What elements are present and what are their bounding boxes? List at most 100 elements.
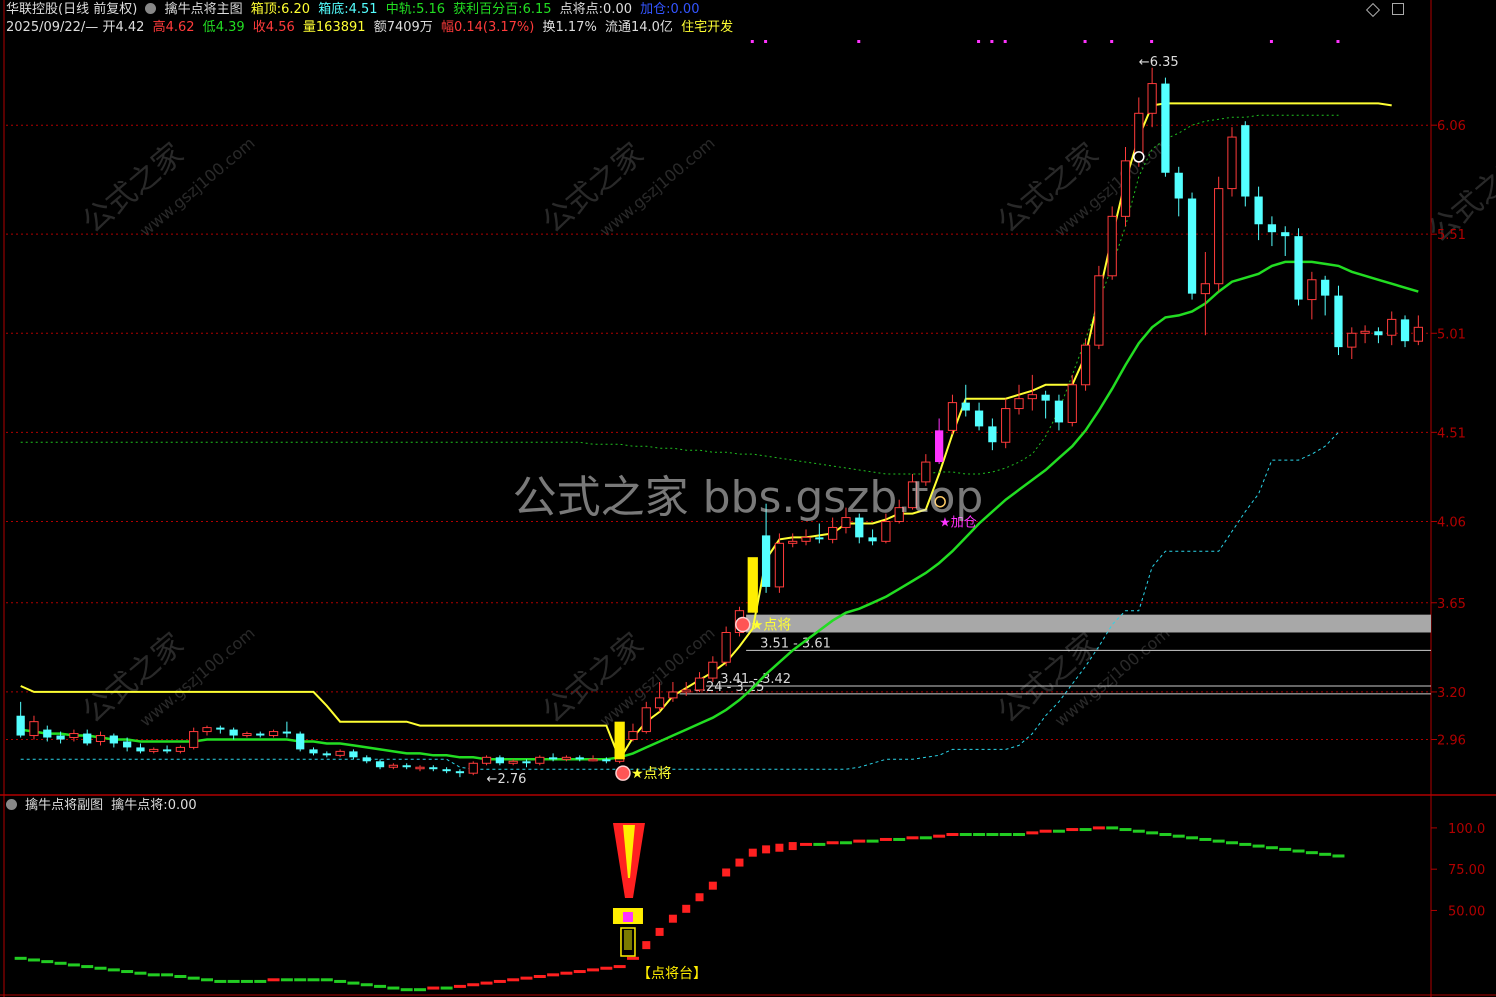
box-top-label: 箱顶: xyxy=(250,2,282,17)
candle-body xyxy=(1080,344,1091,386)
sub-bar xyxy=(161,973,174,977)
candle-body xyxy=(429,767,438,770)
maximize-icon[interactable] xyxy=(1392,3,1404,15)
candle-body xyxy=(1041,394,1050,401)
sub-bar xyxy=(1332,854,1345,858)
add-position-label: ★加仓 xyxy=(939,516,977,531)
amount-label: 额 xyxy=(373,20,387,35)
sector-label[interactable]: 住宅开发 xyxy=(681,20,733,35)
candle-body xyxy=(588,758,598,762)
point-platform-label: 【点将台】 xyxy=(637,966,707,982)
candle-body xyxy=(229,729,238,736)
candle-body xyxy=(734,610,745,633)
sub-bar xyxy=(735,858,744,867)
window-controls xyxy=(1365,2,1428,19)
watermark-tile-url: www.gszj100.com xyxy=(1051,133,1174,240)
candle-body xyxy=(1214,188,1224,285)
candle-body xyxy=(1187,198,1197,294)
box-bottom-value: 4.51 xyxy=(348,2,378,17)
watermark-tile-url: www.gszj100.com xyxy=(596,133,719,240)
candle-body xyxy=(1067,384,1077,423)
candle-body xyxy=(1281,232,1290,237)
top-signal-dot xyxy=(1083,40,1087,43)
sub-settings-dot-icon[interactable] xyxy=(6,799,17,810)
watermark-tile-cn: 公式之家 xyxy=(536,626,650,730)
stock-name[interactable]: 华联控股(日线 前复权) xyxy=(6,2,137,17)
candle-body xyxy=(256,733,265,736)
sub-bar xyxy=(668,914,677,923)
candle-body xyxy=(1014,398,1024,410)
settings-dot-icon[interactable] xyxy=(145,3,157,14)
sub-bar xyxy=(27,958,40,962)
candle-body xyxy=(442,769,451,772)
watermark-tile-url: www.gszj100.com xyxy=(1051,623,1174,730)
sub-bar xyxy=(1199,837,1212,841)
volume-value: 163891 xyxy=(315,20,366,35)
sub-panel-name[interactable]: 擒牛点将副图 xyxy=(25,798,103,813)
turnover-value: 1.17% xyxy=(555,20,597,35)
candle-body xyxy=(242,733,252,737)
turnover-label: 换 xyxy=(542,20,556,35)
candle-body xyxy=(56,735,65,740)
candle-body xyxy=(961,402,970,411)
sub-bar xyxy=(1106,826,1119,830)
indicator-name[interactable]: 擒牛点将主图 xyxy=(165,2,243,17)
axis-layer: 6.06 5.51 5.01 4.51 4.06 3.65 3.20 2.96 100.0 75.… xyxy=(1431,119,1485,919)
zone-layer: 3.51 - 3.61 3.41 - 3.423.24 - 3.25 xyxy=(679,614,1431,695)
price-tick-label: 5.51 xyxy=(1437,228,1466,243)
candle-body xyxy=(1227,136,1237,190)
annotation-layer: ★点将 ★点将 ★加仓 ←6.35 ←2.76 xyxy=(487,40,1340,787)
candle-body xyxy=(748,582,758,612)
grid-layer xyxy=(0,0,1496,997)
candle-body xyxy=(841,517,851,528)
add-marker-icon xyxy=(934,495,946,508)
sub-bar xyxy=(453,984,466,988)
candle-body xyxy=(921,461,931,483)
sub-bar xyxy=(1319,852,1332,856)
sub-bar xyxy=(1092,826,1105,830)
candle-body xyxy=(628,731,638,740)
sub-bar xyxy=(1305,851,1318,855)
signal-stand xyxy=(620,927,636,957)
sub-bar xyxy=(414,988,426,992)
diamond-icon[interactable] xyxy=(1365,2,1381,18)
candle-body xyxy=(708,661,718,679)
sub-bar xyxy=(959,833,972,837)
sub-bar xyxy=(722,868,731,877)
watermark-tile: 公式之家www.gszj100.com xyxy=(536,623,719,730)
sub-bar xyxy=(507,978,520,982)
chart-canvas[interactable]: 公式之家www.gszj100.com 公式之家www.gszj100.com 公式… xyxy=(0,0,1496,997)
sub-bar xyxy=(919,836,932,840)
candle-body xyxy=(654,697,665,709)
sub-bar xyxy=(682,904,691,913)
watermark-tile-url: www.gszj100.com xyxy=(136,623,259,730)
candle-body xyxy=(349,751,358,758)
sub-bar xyxy=(1119,828,1132,832)
sub-bar xyxy=(626,956,639,960)
watermark-tile-url: www.gszj100.com xyxy=(596,623,719,730)
sub-bar xyxy=(467,983,480,987)
sub-value-label: 擒牛点将: xyxy=(111,798,168,813)
sub-bar xyxy=(201,978,214,982)
sub-bar xyxy=(14,956,27,960)
sub-bar xyxy=(334,979,347,983)
sub-bar xyxy=(973,833,986,837)
sub-bar xyxy=(999,833,1012,837)
signal-spike-core xyxy=(622,825,635,878)
watermark-tile-cn: 公式之家 xyxy=(76,136,190,240)
candle-body xyxy=(1161,83,1170,173)
top-signal-dot xyxy=(977,40,981,43)
sub-bar xyxy=(853,839,866,843)
candle-layer xyxy=(16,67,1423,778)
sub-bar xyxy=(227,979,240,983)
candle-body xyxy=(1413,326,1423,342)
watermark-tile-cn: 公式之家 xyxy=(991,626,1105,730)
candle-body xyxy=(1147,83,1157,114)
sub-bar xyxy=(587,968,600,972)
float-label: 流通 xyxy=(604,20,631,35)
candle-body xyxy=(1267,224,1277,233)
sub-bar xyxy=(613,965,626,969)
candle-body xyxy=(16,715,25,736)
sub-bar xyxy=(387,986,400,990)
sub-bar xyxy=(1039,829,1052,833)
